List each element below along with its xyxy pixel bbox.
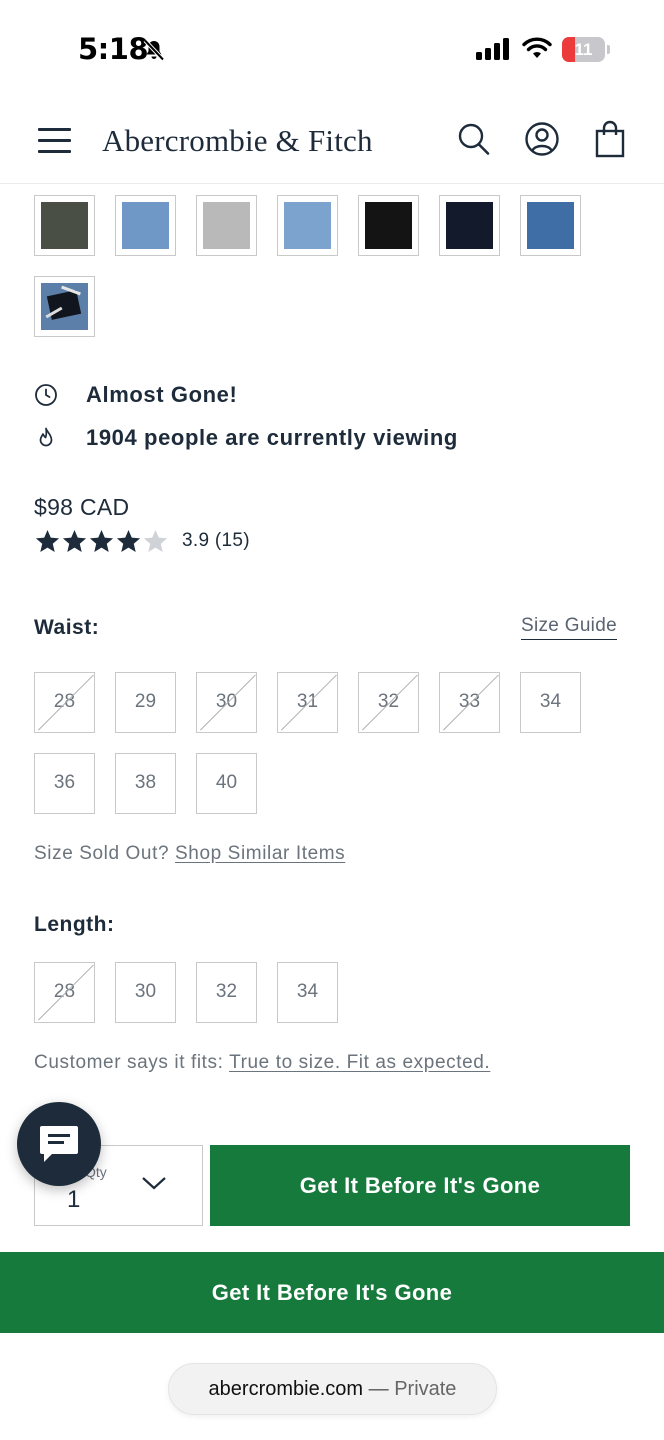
waist-size-36[interactable]: 36 — [34, 753, 95, 814]
color-swatch[interactable] — [439, 195, 500, 256]
quantity-value: 1 — [67, 1186, 81, 1213]
size-label: 28 — [53, 981, 76, 1002]
hamburger-menu-icon[interactable] — [38, 128, 72, 153]
size-label: 32 — [377, 691, 400, 712]
clock-icon — [35, 384, 57, 406]
length-size-30[interactable]: 30 — [115, 962, 176, 1023]
size-label: 29 — [134, 691, 157, 712]
battery-level: 11 — [574, 40, 593, 59]
size-label: 36 — [53, 772, 76, 793]
fit-text: Customer says it fits: — [34, 1052, 224, 1073]
waist-size-33[interactable]: 33 — [439, 672, 500, 733]
size-guide-link[interactable]: Size Guide — [521, 615, 617, 640]
flame-icon — [39, 427, 53, 447]
bell-slash-icon — [143, 39, 165, 61]
waist-label: Waist: — [34, 616, 100, 639]
color-swatch[interactable] — [115, 195, 176, 256]
size-label: 34 — [296, 981, 319, 1002]
size-label: 34 — [539, 691, 562, 712]
length-label: Length: — [34, 913, 115, 936]
size-label: 28 — [53, 691, 76, 712]
site-header: Abercrombie & Fitch — [0, 96, 664, 184]
size-label: 38 — [134, 772, 157, 793]
waist-size-28[interactable]: 28 — [34, 672, 95, 733]
chat-icon — [40, 1126, 78, 1162]
star-filled-icon — [89, 530, 114, 552]
length-size-32[interactable]: 32 — [196, 962, 257, 1023]
waist-size-30[interactable]: 30 — [196, 672, 257, 733]
waist-size-31[interactable]: 31 — [277, 672, 338, 733]
size-label: 32 — [215, 981, 238, 1002]
browser-address-bar[interactable]: abercrombie.com — Private — [168, 1363, 497, 1415]
account-icon[interactable] — [524, 120, 560, 158]
length-size-28[interactable]: 28 — [34, 962, 95, 1023]
shopping-bag-icon[interactable] — [592, 120, 628, 158]
search-icon[interactable] — [456, 120, 492, 158]
size-sold-out-helper: Size Sold Out? Shop Similar Items — [34, 843, 345, 865]
color-swatch[interactable] — [358, 195, 419, 256]
size-label: 30 — [134, 981, 157, 1002]
size-sold-out-text: Size Sold Out? — [34, 843, 170, 864]
size-label: 40 — [215, 772, 238, 793]
color-swatch[interactable] — [520, 195, 581, 256]
fit-details-link[interactable]: True to size. Fit as expected. — [229, 1052, 490, 1073]
waist-size-34[interactable]: 34 — [520, 672, 581, 733]
almost-gone-text: Almost Gone! — [86, 382, 238, 407]
url-separator: — — [368, 1378, 389, 1400]
viewers-text: 1904 people are currently viewing — [86, 425, 458, 450]
shop-similar-items-link[interactable]: Shop Similar Items — [175, 843, 345, 864]
sticky-add-to-bag-button[interactable]: Get It Before It's Gone — [0, 1252, 664, 1333]
waist-size-32[interactable]: 32 — [358, 672, 419, 733]
cellular-signal-icon — [476, 38, 509, 60]
chevron-down-icon — [142, 1177, 166, 1190]
url-domain: abercrombie.com — [208, 1378, 364, 1400]
product-price: $98 CAD — [34, 494, 130, 520]
browsing-mode: Private — [394, 1378, 457, 1400]
length-size-34[interactable]: 34 — [277, 962, 338, 1023]
size-label: 31 — [296, 691, 319, 712]
add-to-bag-button[interactable]: Get It Before It's Gone — [210, 1145, 630, 1226]
size-label: 30 — [215, 691, 238, 712]
status-bar: 5:18 11 — [0, 0, 664, 96]
color-swatch[interactable] — [34, 195, 95, 256]
star-filled-icon — [62, 530, 87, 552]
waist-size-29[interactable]: 29 — [115, 672, 176, 733]
waist-size-38[interactable]: 38 — [115, 753, 176, 814]
color-swatch[interactable] — [196, 195, 257, 256]
brand-logo[interactable]: Abercrombie & Fitch — [102, 123, 373, 159]
star-empty-icon — [143, 530, 168, 552]
size-label: 33 — [458, 691, 481, 712]
color-swatch[interactable] — [277, 195, 338, 256]
chat-button[interactable] — [17, 1102, 101, 1186]
status-time: 5:18 — [78, 32, 149, 66]
wifi-icon — [522, 37, 552, 58]
star-filled-icon — [116, 530, 141, 552]
color-swatch-patterned[interactable] — [34, 276, 95, 337]
battery-icon: 11 — [562, 37, 610, 62]
rating-text[interactable]: 3.9 (15) — [182, 530, 250, 552]
fit-helper: Customer says it fits: True to size. Fit… — [34, 1052, 490, 1074]
waist-size-40[interactable]: 40 — [196, 753, 257, 814]
star-filled-icon — [35, 530, 60, 552]
